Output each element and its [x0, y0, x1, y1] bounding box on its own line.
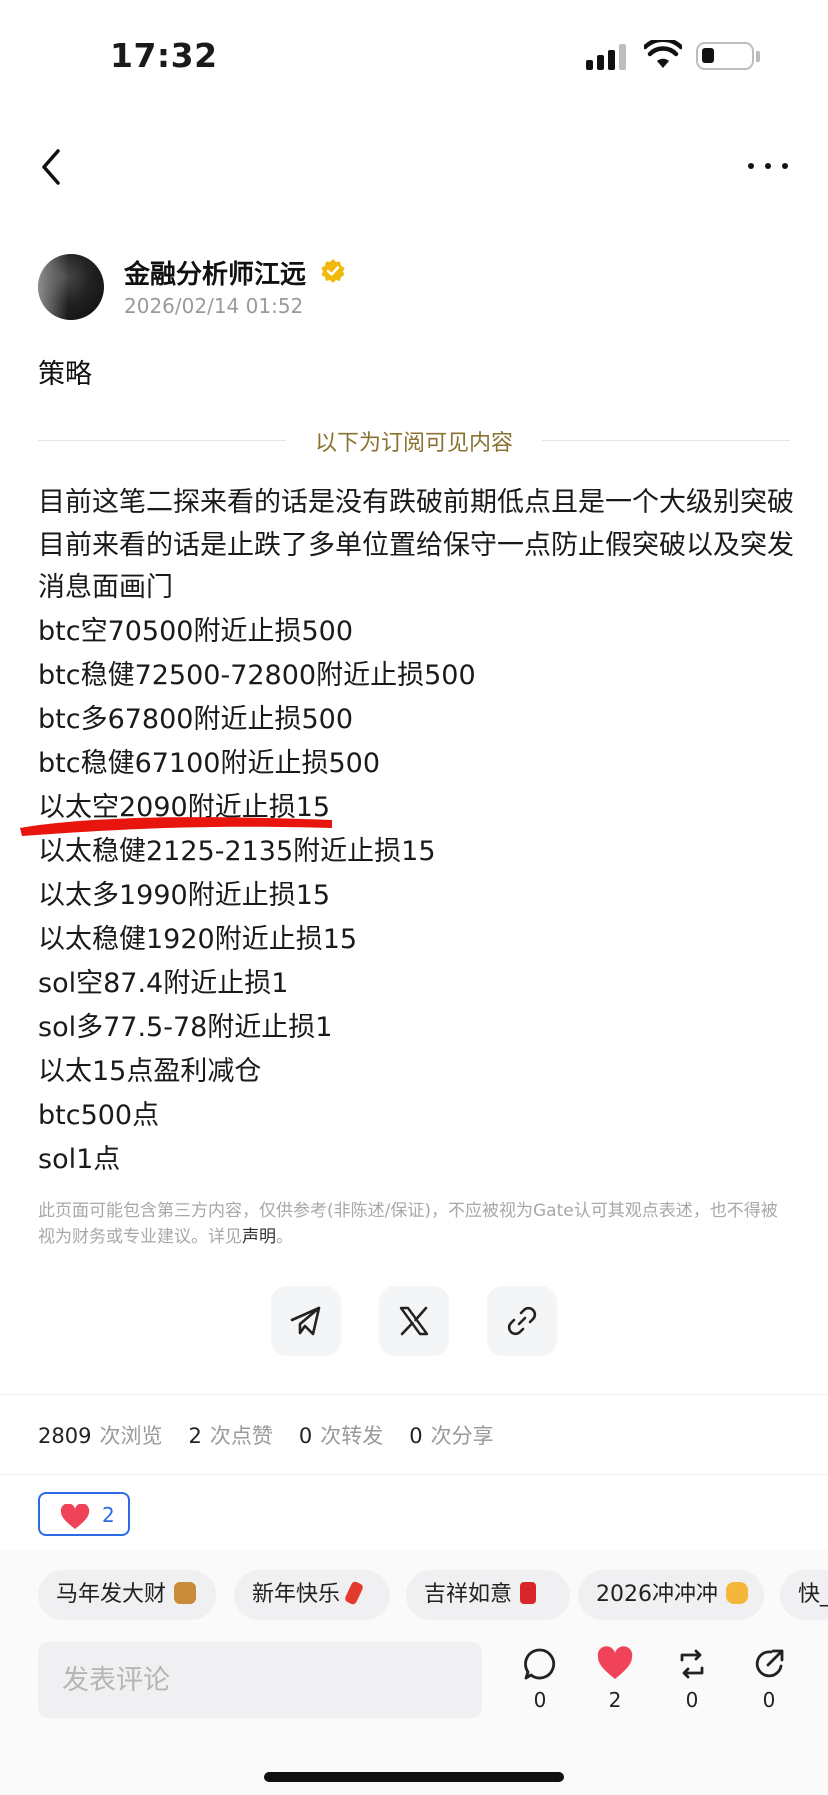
comment-count: 0	[533, 1688, 547, 1712]
share-count: 0	[762, 1688, 776, 1712]
share-icon	[755, 1649, 784, 1678]
chip-label: 快_	[798, 1582, 828, 1607]
section-separator	[0, 1394, 828, 1395]
reposts-count: 0	[298, 1424, 313, 1448]
back-button[interactable]	[32, 145, 72, 189]
battery-icon	[696, 42, 754, 70]
chip-kuai[interactable]: 快_	[780, 1570, 828, 1620]
content-line: 以太15点盈利减仓	[38, 1055, 262, 1087]
chip-ji-xiang-ru-yi[interactable]: 吉祥如意	[406, 1570, 570, 1620]
disclaimer: 此页面可能包含第三方内容，仅供参考(非陈述/保证)，不应被视为Gate认可其观点…	[38, 1198, 778, 1250]
wifi-icon	[644, 40, 682, 68]
status-bar: 17:32	[0, 0, 828, 110]
repost-button[interactable]: 0	[667, 1646, 717, 1726]
battery-tip	[756, 51, 760, 62]
disclaimer-end: 。	[276, 1227, 293, 1247]
chip-2026-chong[interactable]: 2026冲冲冲	[578, 1570, 764, 1620]
more-options-button[interactable]	[744, 158, 792, 174]
content-line: sol1点	[38, 1143, 121, 1175]
like-count: 2	[608, 1688, 622, 1712]
red-highlight-stroke	[20, 817, 332, 836]
content-line: btc空70500附近止损500	[38, 615, 353, 647]
post-title: 策略	[38, 359, 92, 390]
share-x-button[interactable]	[379, 1286, 449, 1356]
content-line: 以太多1990附近止损15	[38, 879, 331, 911]
author-name[interactable]: 金融分析师江远	[124, 254, 306, 291]
comment-icon	[524, 1648, 556, 1680]
repost-icon	[680, 1649, 704, 1679]
subscription-divider-label: 以下为订阅可见内容	[314, 431, 513, 456]
comment-input[interactable]	[38, 1642, 482, 1718]
red-envelope-icon	[520, 1582, 537, 1604]
chip-xin-nian-kuai-le[interactable]: 新年快乐	[234, 1570, 390, 1620]
post-stats: 2809 次浏览 2 次点赞 0 次转发 0 次分享	[38, 1420, 494, 1450]
firecracker-icon	[343, 1580, 365, 1606]
disclaimer-link[interactable]: 声明	[242, 1227, 276, 1247]
signal-icon	[586, 44, 628, 70]
section-separator	[0, 1474, 828, 1475]
heart-icon	[597, 1646, 633, 1679]
repost-count: 0	[685, 1688, 699, 1712]
likes-count: 2	[188, 1424, 202, 1448]
fist-icon	[726, 1582, 748, 1604]
chip-ma-nian-fa-da-cai[interactable]: 马年发大财	[38, 1570, 216, 1620]
x-icon	[399, 1306, 429, 1336]
content-line: btc多67800附近止损500	[38, 703, 353, 735]
content-line: sol空87.4附近止损1	[38, 967, 289, 999]
copy-link-button[interactable]	[487, 1286, 557, 1356]
views-label: 次浏览	[99, 1424, 163, 1448]
shares-label: 次分享	[430, 1424, 494, 1448]
avatar[interactable]	[38, 254, 104, 320]
content-line: sol多77.5-78附近止损1	[38, 1011, 333, 1043]
chip-label: 吉祥如意	[424, 1582, 513, 1607]
content-line: btc稳健72500-72800附近止损500	[38, 659, 476, 691]
chip-label: 2026冲冲冲	[596, 1582, 718, 1607]
comment-bar: 0 2 0 0	[0, 1642, 828, 1795]
chip-label: 马年发大财	[56, 1582, 167, 1607]
heart-icon	[60, 1504, 90, 1529]
home-indicator	[264, 1772, 564, 1782]
telegram-icon	[290, 1306, 321, 1336]
link-icon	[507, 1306, 537, 1336]
views-count: 2809	[38, 1424, 92, 1448]
like-button[interactable]: 2	[590, 1646, 640, 1726]
share-telegram-button[interactable]	[271, 1286, 341, 1356]
horse-icon	[174, 1582, 197, 1604]
reposts-label: 次转发	[320, 1424, 384, 1448]
reaction-count: 2	[102, 1503, 115, 1527]
content-paragraph: 目前这笔二探来看的话是没有跌破前期低点且是一个大级别突破目前来看的话是止跌了多单…	[38, 487, 794, 603]
content-line: btc500点	[38, 1099, 160, 1131]
likes-label: 次点赞	[209, 1424, 273, 1448]
quick-reply-chips: 马年发大财 新年快乐 吉祥如意 2026冲冲冲 快_	[0, 1550, 828, 1642]
content-line: 以太稳健1920附近止损15	[38, 923, 358, 955]
verified-badge-icon	[321, 259, 345, 283]
divider-right	[542, 440, 790, 441]
chevron-left-icon	[42, 149, 60, 185]
comment-button[interactable]: 0	[515, 1646, 565, 1726]
post-date: 2026/02/14 01:52	[124, 294, 304, 318]
chip-label: 新年快乐	[252, 1582, 341, 1607]
share-button[interactable]: 0	[744, 1646, 794, 1726]
status-time: 17:32	[110, 36, 218, 75]
disclaimer-text: 此页面可能包含第三方内容，仅供参考(非陈述/保证)，不应被视为Gate认可其观点…	[38, 1201, 778, 1247]
shares-count: 0	[409, 1424, 423, 1448]
content-line: btc稳健67100附近止损500	[38, 747, 380, 779]
heart-reaction-pill[interactable]: 2	[38, 1492, 130, 1536]
